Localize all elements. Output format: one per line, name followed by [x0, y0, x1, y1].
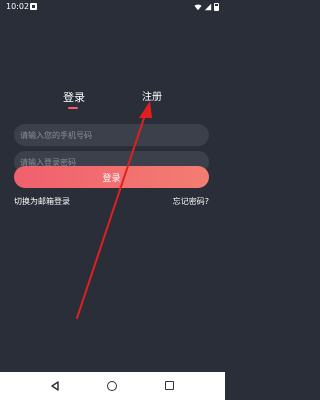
status-bar: 10:02 — [0, 0, 225, 14]
navigation-bar — [0, 372, 225, 400]
active-tab-indicator — [68, 107, 78, 109]
email-login-link[interactable]: 切换为邮箱登录 — [14, 196, 70, 207]
login-button[interactable]: 登录 — [14, 166, 209, 188]
phone-placeholder: 请输入您的手机号码 — [20, 130, 92, 140]
nav-recent-icon[interactable] — [165, 381, 174, 390]
signal-icon — [204, 3, 212, 11]
tab-login[interactable]: 登录 — [63, 92, 85, 104]
nav-home-icon[interactable] — [107, 381, 117, 391]
wifi-icon — [194, 4, 202, 11]
battery-icon — [214, 3, 219, 11]
phone-input[interactable]: 请输入您的手机号码 — [14, 124, 209, 146]
notification-icon — [30, 3, 37, 10]
forgot-password-link[interactable]: 忘记密码? — [173, 196, 209, 207]
nav-back-icon[interactable] — [50, 381, 60, 391]
system-icons — [194, 3, 219, 11]
tab-register[interactable]: 注册 — [142, 92, 162, 104]
status-time: 10:02 — [6, 2, 30, 11]
